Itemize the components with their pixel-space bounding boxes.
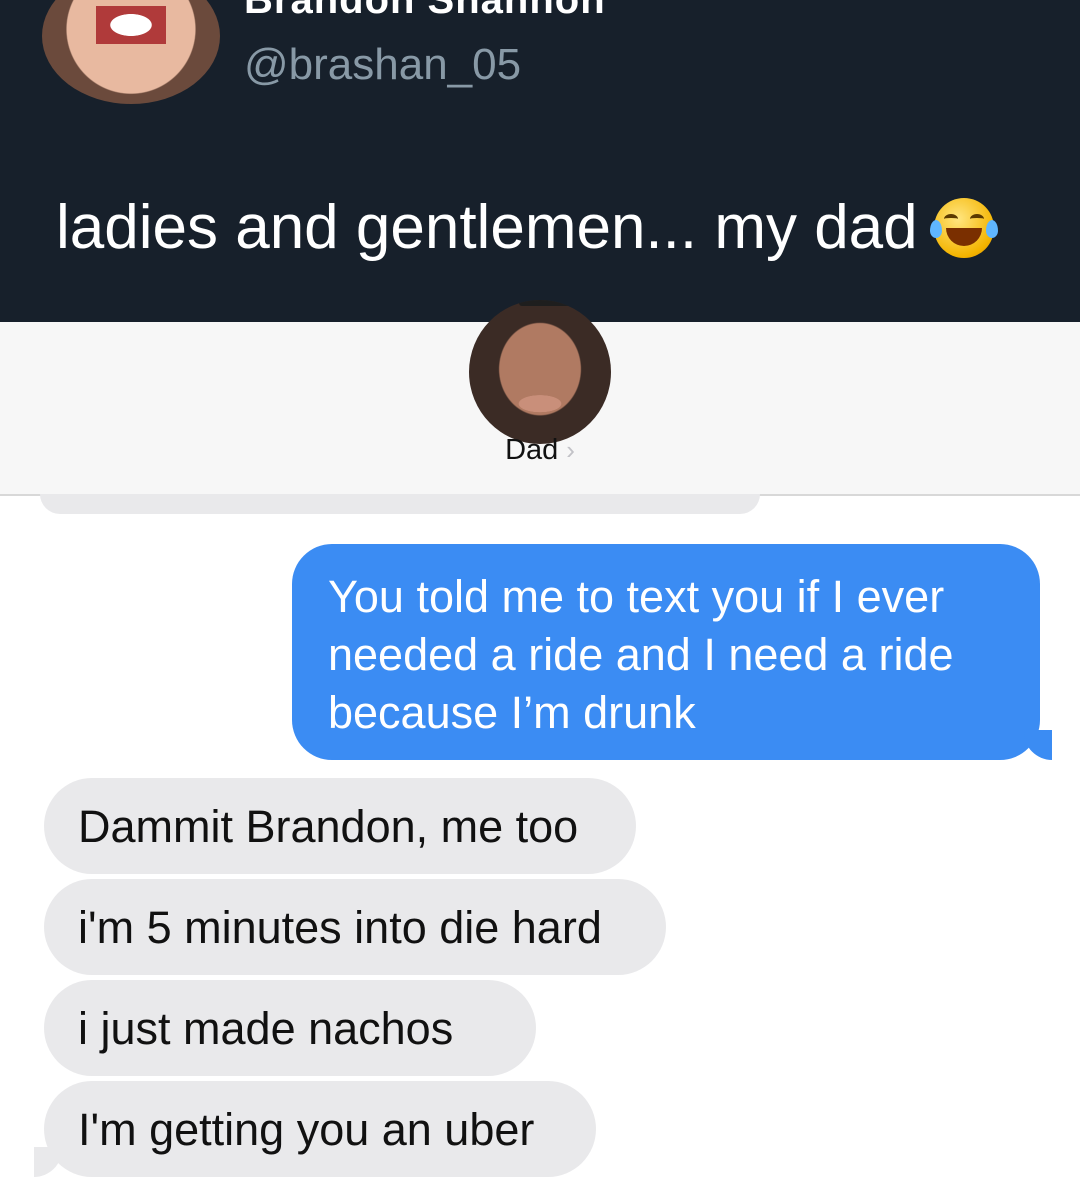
- chevron-right-icon: ›: [566, 435, 575, 465]
- incoming-message-bubble[interactable]: i just made nachos: [44, 980, 536, 1076]
- message-text: i just made nachos: [78, 1003, 454, 1054]
- display-name[interactable]: Brandon Shannon: [244, 0, 606, 23]
- outgoing-message-bubble[interactable]: You told me to text you if I ever needed…: [292, 544, 1052, 760]
- tweet-text-content: ladies and gentlemen... my dad: [56, 193, 918, 262]
- tweet-text: ladies and gentlemen... my dad: [56, 192, 998, 263]
- incoming-message-bubble[interactable]: i'm 5 minutes into die hard: [44, 879, 666, 975]
- user-handle[interactable]: @brashan_05: [244, 40, 521, 90]
- message-text: i'm 5 minutes into die hard: [78, 902, 602, 953]
- incoming-message-bubble[interactable]: Dammit Brandon, me too: [44, 778, 636, 874]
- contact-name-button[interactable]: Dad ›: [0, 434, 1080, 467]
- message-text: Dammit Brandon, me too: [78, 801, 579, 852]
- tears-of-joy-emoji-icon: [929, 197, 998, 258]
- incoming-message-bubble[interactable]: I'm getting you an uber: [34, 1081, 596, 1177]
- contact-avatar[interactable]: [469, 300, 611, 444]
- profile-avatar[interactable]: [42, 0, 220, 104]
- contact-name: Dad: [505, 434, 559, 466]
- bubble-tail: [1024, 730, 1052, 760]
- conversation-header: Dad ›: [0, 300, 1080, 496]
- previous-message-bubble: [40, 494, 760, 514]
- bubble-tail: [34, 1147, 62, 1177]
- tweet-header: Brandon Shannon @brashan_05 ladies and g…: [0, 0, 1080, 322]
- message-text: I'm getting you an uber: [78, 1104, 535, 1155]
- glasses: [519, 300, 603, 306]
- message-text: You told me to text you if I ever needed…: [328, 571, 954, 738]
